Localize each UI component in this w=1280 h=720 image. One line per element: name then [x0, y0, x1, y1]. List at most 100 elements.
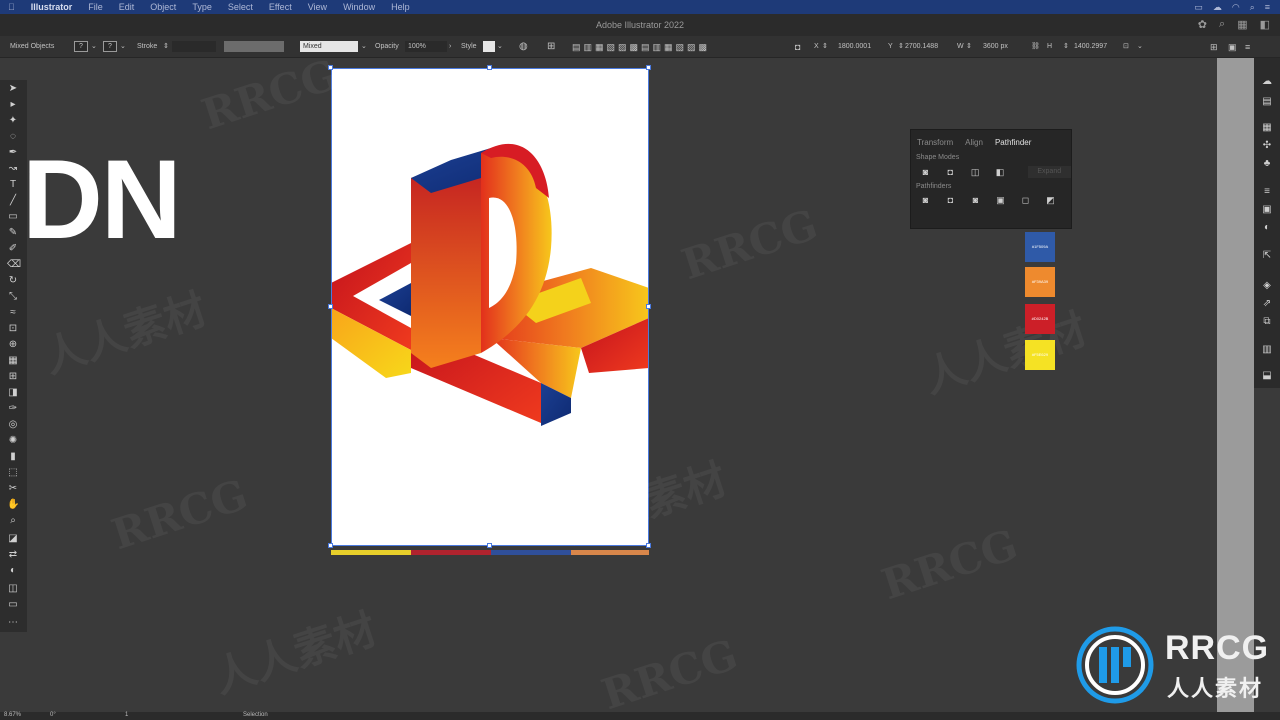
apple-icon[interactable]:  — [0, 2, 23, 12]
unite-icon[interactable]: ◙ — [920, 167, 931, 177]
align-to-icon[interactable]: ⊞ — [547, 41, 555, 53]
screen-icon[interactable]: ▭ — [1194, 2, 1203, 13]
zoom-tool-icon[interactable]: ⌕ — [7, 515, 19, 527]
resize-handle[interactable] — [487, 65, 492, 70]
swap-fill-stroke-icon[interactable]: ⇄ — [7, 549, 19, 561]
tab-pathfinder[interactable]: Pathfinder — [995, 138, 1031, 147]
wifi-icon[interactable]: ◠ — [1232, 2, 1240, 13]
chevron-right-icon[interactable]: › — [449, 41, 451, 53]
shape-builder-icon[interactable]: ⊕ — [7, 339, 19, 351]
gradient-panel-icon[interactable]: ▣ — [1261, 204, 1273, 216]
shaper-tool-icon[interactable]: ✐ — [7, 243, 19, 255]
learn-icon[interactable]: ✿ — [1198, 18, 1207, 31]
links-icon[interactable]: ⇗ — [1261, 298, 1273, 310]
width-tool-icon[interactable]: ≈ — [7, 307, 19, 319]
control-center-icon[interactable]: ≡ — [1265, 2, 1270, 13]
curvature-tool-icon[interactable]: ↝ — [7, 163, 19, 175]
stroke-label[interactable]: Stroke — [137, 41, 157, 53]
outline-icon[interactable]: ◻ — [1020, 195, 1031, 205]
eraser-icon[interactable]: ⌫ — [7, 259, 21, 271]
scale-tool-icon[interactable]: ⤡ — [7, 291, 19, 303]
search-icon[interactable]: ⌕ — [1250, 2, 1255, 13]
current-tool-label[interactable]: Selection — [243, 712, 268, 718]
layers-icon[interactable]: ▦ — [1261, 122, 1273, 134]
stepper-icon[interactable]: ⇕ — [822, 41, 828, 53]
transparency-icon[interactable]: ◐ — [1261, 222, 1273, 234]
menu-select[interactable]: Select — [220, 2, 261, 12]
menu-file[interactable]: File — [80, 2, 111, 12]
stroke-panel-icon[interactable]: ≡ — [1261, 186, 1273, 198]
stroke-stepper-icon[interactable]: ⇕ — [163, 41, 169, 53]
workspace-grid-icon[interactable]: ▦ — [1237, 18, 1247, 31]
menu-view[interactable]: View — [300, 2, 335, 12]
chevron-down-icon[interactable]: ⌄ — [120, 41, 126, 53]
resize-handle[interactable] — [328, 543, 333, 548]
brushes-icon[interactable]: ✣ — [1261, 140, 1273, 152]
constrain-proportions-icon[interactable]: ⛓ — [1031, 41, 1040, 53]
menu-type[interactable]: Type — [184, 2, 220, 12]
expand-button[interactable]: Expand — [1027, 166, 1071, 178]
menu-object[interactable]: Object — [142, 2, 184, 12]
cloud-icon[interactable]: ☁ — [1213, 2, 1222, 13]
layers-stack-icon[interactable]: ◈ — [1261, 280, 1273, 292]
rotate-view-value[interactable]: 0° — [50, 712, 56, 718]
minus-back-icon[interactable]: ◩ — [1045, 195, 1056, 205]
chevron-down-icon[interactable]: ⌄ — [361, 41, 367, 53]
eyedropper-icon[interactable]: ✑ — [7, 403, 19, 415]
draw-mode-icon[interactable]: ◫ — [7, 583, 19, 595]
fill-swatch[interactable]: ? — [74, 41, 88, 52]
stepper-icon[interactable]: ⇕ — [966, 41, 972, 53]
lasso-icon[interactable]: ◌ — [7, 131, 19, 143]
gradient-tool-icon[interactable]: ◨ — [7, 387, 19, 399]
exclude-icon[interactable]: ◧ — [995, 167, 1006, 177]
properties-icon[interactable]: ▤ — [1261, 96, 1273, 108]
stepper-icon[interactable]: ⇕ — [898, 41, 904, 53]
artboards-icon[interactable]: ⧉ — [1261, 316, 1273, 328]
resize-handle[interactable] — [646, 304, 651, 309]
perspective-grid-icon[interactable]: ▦ — [7, 355, 19, 367]
resize-handle[interactable] — [646, 543, 651, 548]
tab-align[interactable]: Align — [965, 138, 983, 147]
tab-transform[interactable]: Transform — [917, 138, 953, 147]
magic-wand-icon[interactable]: ✦ — [7, 115, 19, 127]
menu-edit[interactable]: Edit — [111, 2, 143, 12]
w-input[interactable]: 3600 px — [983, 41, 1008, 53]
fill-stroke-icon[interactable]: ◪ — [7, 533, 19, 545]
chevron-down-icon[interactable]: ⌄ — [497, 41, 503, 53]
swatch-red[interactable]: #D0242B — [1025, 304, 1055, 334]
symbol-sprayer-icon[interactable]: ✺ — [7, 435, 19, 447]
direct-selection-tool-icon[interactable]: ▸ — [7, 99, 19, 111]
menu-window[interactable]: Window — [335, 2, 383, 12]
blend-tool-icon[interactable]: ◎ — [7, 419, 19, 431]
blend-mode-select[interactable]: Mixed — [300, 41, 358, 52]
resize-handle[interactable] — [646, 65, 651, 70]
reference-point-icon[interactable]: ◘ — [795, 41, 800, 53]
swatch-yellow[interactable]: #F5E629 — [1025, 340, 1055, 370]
trim-icon[interactable]: ◘ — [945, 195, 956, 205]
pen-tool-icon[interactable]: ✒ — [7, 147, 19, 159]
color-guide-icon[interactable]: ▥ — [1261, 344, 1273, 356]
dn-overlay-text[interactable]: DN — [27, 144, 182, 256]
export-icon[interactable]: ⇱ — [1261, 250, 1273, 262]
align-buttons[interactable]: ▤▥▦▧▨▩▤▥▦▧▨▩ — [572, 41, 710, 53]
selection-tool-icon[interactable]: ➤ — [7, 83, 19, 95]
menu-effect[interactable]: Effect — [261, 2, 300, 12]
search-icon[interactable]: ⌕ — [1219, 18, 1225, 31]
swatch-blue[interactable]: #1F509A — [1025, 232, 1055, 262]
swatch-orange[interactable]: #F39A39 — [1025, 267, 1055, 297]
resize-handle[interactable] — [487, 543, 492, 548]
line-tool-icon[interactable]: ╱ — [7, 195, 19, 207]
h-input[interactable]: 1400.2997 — [1074, 41, 1107, 53]
menu-app[interactable]: Illustrator — [23, 2, 81, 12]
opacity-input[interactable]: 100% — [405, 41, 447, 52]
type-tool-icon[interactable]: T — [7, 179, 19, 191]
paintbrush-icon[interactable]: ✎ — [7, 227, 19, 239]
opacity-label[interactable]: Opacity — [375, 41, 399, 53]
chevron-down-icon[interactable]: ⌄ — [1137, 41, 1143, 53]
divide-icon[interactable]: ◙ — [920, 195, 931, 205]
intersect-icon[interactable]: ◫ — [970, 167, 981, 177]
transform-icon[interactable]: ⊡ — [1123, 41, 1129, 53]
crop-icon[interactable]: ▣ — [995, 195, 1006, 205]
recolor-artwork-icon[interactable]: ◍ — [519, 41, 528, 53]
chevron-down-icon[interactable]: ⌄ — [91, 41, 97, 53]
